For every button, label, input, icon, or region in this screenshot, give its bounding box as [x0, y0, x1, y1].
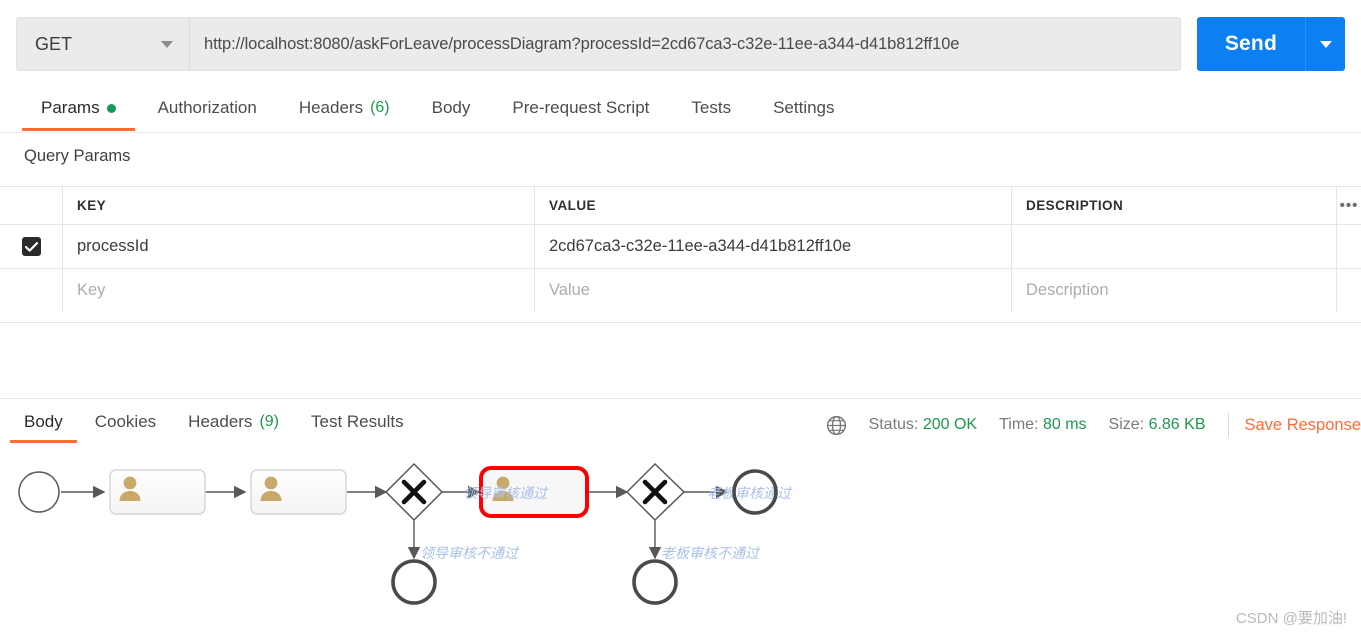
response-tab-body-label: Body	[24, 412, 63, 431]
status-badge: Status: 200 OK	[869, 416, 978, 434]
table-header-row: KEY VALUE DESCRIPTION •••	[0, 186, 1361, 224]
send-button[interactable]: Send	[1196, 17, 1305, 71]
bpmn-user-task-2	[250, 469, 347, 515]
header-cell-value: VALUE	[535, 187, 1012, 224]
status-label: Status:	[868, 416, 919, 433]
tab-tests[interactable]: Tests	[670, 88, 752, 131]
bpmn-exclusive-gateway-2	[625, 462, 686, 522]
response-tab-headers-label: Headers	[188, 412, 253, 431]
tab-tests-label: Tests	[691, 98, 732, 117]
chevron-down-icon	[161, 40, 173, 48]
param-enabled-checkbox[interactable]	[21, 237, 41, 256]
bpmn-user-task-1	[109, 469, 206, 515]
tab-headers-count: (6)	[370, 99, 390, 116]
divider	[1227, 413, 1229, 437]
http-method-select[interactable]: GET	[16, 17, 190, 71]
response-tab-test-results-label: Test Results	[311, 412, 404, 431]
tab-params-label: Params	[41, 98, 100, 117]
response-section-divider	[0, 398, 1361, 399]
send-options-button[interactable]	[1305, 17, 1345, 71]
response-tab-cookies[interactable]: Cookies	[79, 404, 172, 443]
tab-body-label: Body	[431, 98, 471, 117]
row-checkbox-cell	[0, 269, 63, 312]
check-icon	[24, 241, 38, 252]
bpmn-start-event	[18, 471, 60, 513]
bpmn-end-event-2	[391, 559, 437, 605]
tab-settings[interactable]: Settings	[752, 88, 855, 131]
query-params-table: KEY VALUE DESCRIPTION ••• processId 2cd6…	[0, 186, 1361, 312]
flow-label-boss-pass: 老板审核通过	[707, 486, 793, 502]
new-param-key-input[interactable]: Key	[63, 269, 535, 312]
globe-icon[interactable]	[826, 415, 847, 436]
bpmn-end-event-3	[632, 559, 678, 605]
table-row[interactable]: Key Value Description	[0, 268, 1361, 312]
query-params-title: Query Params	[24, 147, 131, 165]
save-response-button[interactable]: Save Response	[1245, 416, 1361, 435]
new-param-description-input[interactable]: Description	[1012, 269, 1337, 312]
send-button-group: Send	[1196, 17, 1345, 71]
response-body-bpmn-diagram: 领导审核通过 领导审核不通过 老板审核通过 老板审核不通过	[0, 450, 1361, 634]
header-cell-description: DESCRIPTION	[1012, 187, 1337, 224]
tab-pre-request-script[interactable]: Pre-request Script	[491, 88, 670, 131]
time-badge: Time: 80 ms	[999, 416, 1086, 434]
tab-headers-label: Headers	[298, 98, 364, 117]
watermark: CSDN @要加油!	[1235, 610, 1347, 627]
tab-headers[interactable]: Headers (6)	[278, 88, 411, 131]
flow-label-leader-reject: 领导审核不通过	[420, 546, 520, 562]
modified-dot-icon	[106, 103, 116, 113]
flow-label-boss-reject: 老板审核不通过	[661, 546, 761, 562]
response-tab-headers[interactable]: Headers (9)	[172, 404, 295, 443]
tab-pre-request-script-label: Pre-request Script	[512, 98, 650, 117]
row-checkbox-cell	[0, 225, 63, 268]
tab-settings-label: Settings	[773, 98, 835, 117]
time-value: 80 ms	[1042, 416, 1087, 433]
chevron-down-icon	[1319, 40, 1332, 48]
time-label: Time:	[999, 416, 1039, 433]
size-label: Size:	[1108, 416, 1145, 433]
tab-authorization-label: Authorization	[157, 98, 257, 117]
size-value: 6.86 KB	[1148, 416, 1206, 433]
tab-authorization[interactable]: Authorization	[137, 88, 278, 131]
row-options	[1337, 269, 1361, 312]
postman-window: GET http://localhost:8080/askForLeave/pr…	[0, 0, 1361, 634]
tab-params[interactable]: Params	[20, 88, 137, 131]
ellipsis-icon: •••	[1339, 197, 1359, 214]
param-key-input[interactable]: processId	[63, 225, 535, 268]
params-table-bottom-border	[0, 322, 1361, 323]
response-tab-headers-count: (9)	[259, 413, 279, 430]
param-value-input[interactable]: 2cd67ca3-c32e-11ee-a344-d41b812ff10e	[535, 225, 1012, 268]
param-description-input[interactable]	[1012, 225, 1337, 268]
bulk-edit-button[interactable]: •••	[1337, 187, 1361, 224]
request-tabs: Params Authorization Headers (6) Body Pr…	[0, 88, 1361, 133]
request-url-input[interactable]: http://localhost:8080/askForLeave/proces…	[190, 17, 1181, 71]
header-cell-check	[0, 187, 63, 224]
size-badge: Size: 6.86 KB	[1109, 416, 1206, 434]
new-param-value-input[interactable]: Value	[535, 269, 1012, 312]
bpmn-exclusive-gateway-1	[384, 462, 444, 522]
request-url-bar: GET http://localhost:8080/askForLeave/pr…	[0, 0, 1361, 88]
response-tab-test-results[interactable]: Test Results	[295, 404, 420, 443]
tab-body[interactable]: Body	[411, 88, 492, 131]
flow-label-leader-pass: 领导审核通过	[463, 486, 549, 502]
response-tab-cookies-label: Cookies	[94, 412, 157, 431]
header-cell-key: KEY	[63, 187, 535, 224]
table-row[interactable]: processId 2cd67ca3-c32e-11ee-a344-d41b81…	[0, 224, 1361, 268]
response-tab-body[interactable]: Body	[8, 404, 79, 443]
http-method-label: GET	[35, 33, 73, 54]
response-meta-bar: Status: 200 OK Time: 80 ms Size: 6.86 KB…	[826, 410, 1361, 440]
row-options	[1337, 225, 1361, 268]
status-value: 200 OK	[922, 416, 978, 433]
